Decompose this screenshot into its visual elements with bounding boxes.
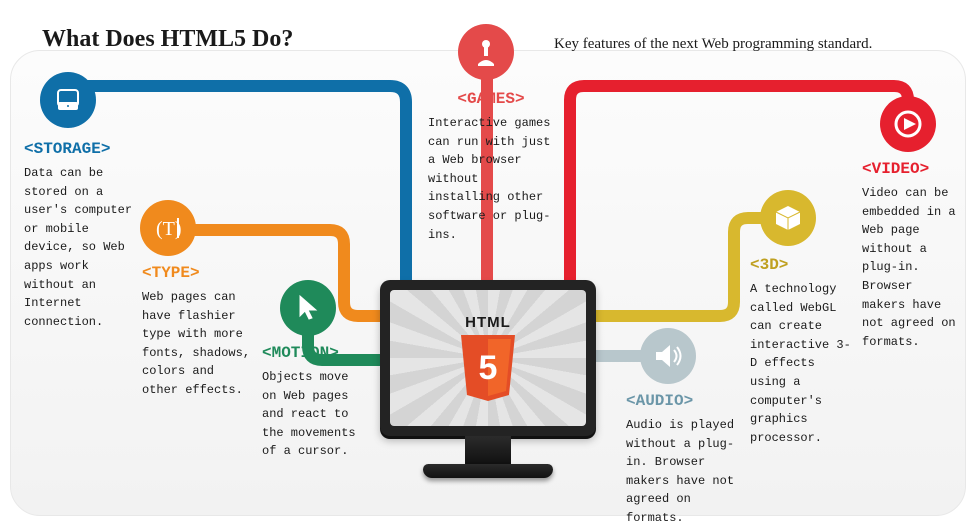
feature-video: <VIDEO> Video can be embedded in a Web p… (862, 160, 962, 351)
page-subtitle: Key features of the next Web programming… (554, 36, 872, 53)
feature-games: <GAMES> Interactive games can run with j… (428, 90, 554, 244)
feature-desc: Web pages can have flashier type with mo… (142, 288, 252, 400)
feature-tag: <AUDIO> (626, 392, 738, 410)
monitor-illustration: HTML 5 (380, 280, 596, 490)
page-title: What Does HTML5 Do? (42, 26, 293, 53)
games-icon (458, 24, 514, 80)
video-icon (880, 96, 936, 152)
svg-text:5: 5 (479, 349, 498, 387)
feature-audio: <AUDIO> Audio is played without a plug-i… (626, 392, 738, 528)
feature-storage: <STORAGE> Data can be stored on a user's… (24, 140, 136, 331)
html5-shield-icon: 5 (457, 333, 519, 403)
feature-desc: Interactive games can run with just a We… (428, 114, 554, 244)
cube-icon (760, 190, 816, 246)
feature-tag: <3D> (750, 256, 858, 274)
type-icon: (T) (140, 200, 196, 256)
feature-motion: <MOTION> Objects move on Web pages and r… (262, 344, 366, 461)
feature-tag: <STORAGE> (24, 140, 136, 158)
feature-desc: A technology called WebGL can create int… (750, 280, 858, 447)
feature-desc: Video can be embedded in a Web page with… (862, 184, 962, 351)
feature-tag: <TYPE> (142, 264, 252, 282)
feature-desc: Data can be stored on a user's computer … (24, 164, 136, 331)
feature-tag: <GAMES> (428, 90, 554, 108)
feature-desc: Objects move on Web pages and react to t… (262, 368, 366, 461)
audio-icon (640, 328, 696, 384)
feature-type: <TYPE> Web pages can have flashier type … (142, 264, 252, 400)
feature-3d: <3D> A technology called WebGL can creat… (750, 256, 858, 447)
html5-label: HTML (465, 314, 511, 331)
feature-tag: <VIDEO> (862, 160, 962, 178)
feature-desc: Audio is played without a plug-in. Brows… (626, 416, 738, 528)
storage-icon (40, 72, 96, 128)
motion-icon (280, 280, 336, 336)
feature-tag: <MOTION> (262, 344, 366, 362)
